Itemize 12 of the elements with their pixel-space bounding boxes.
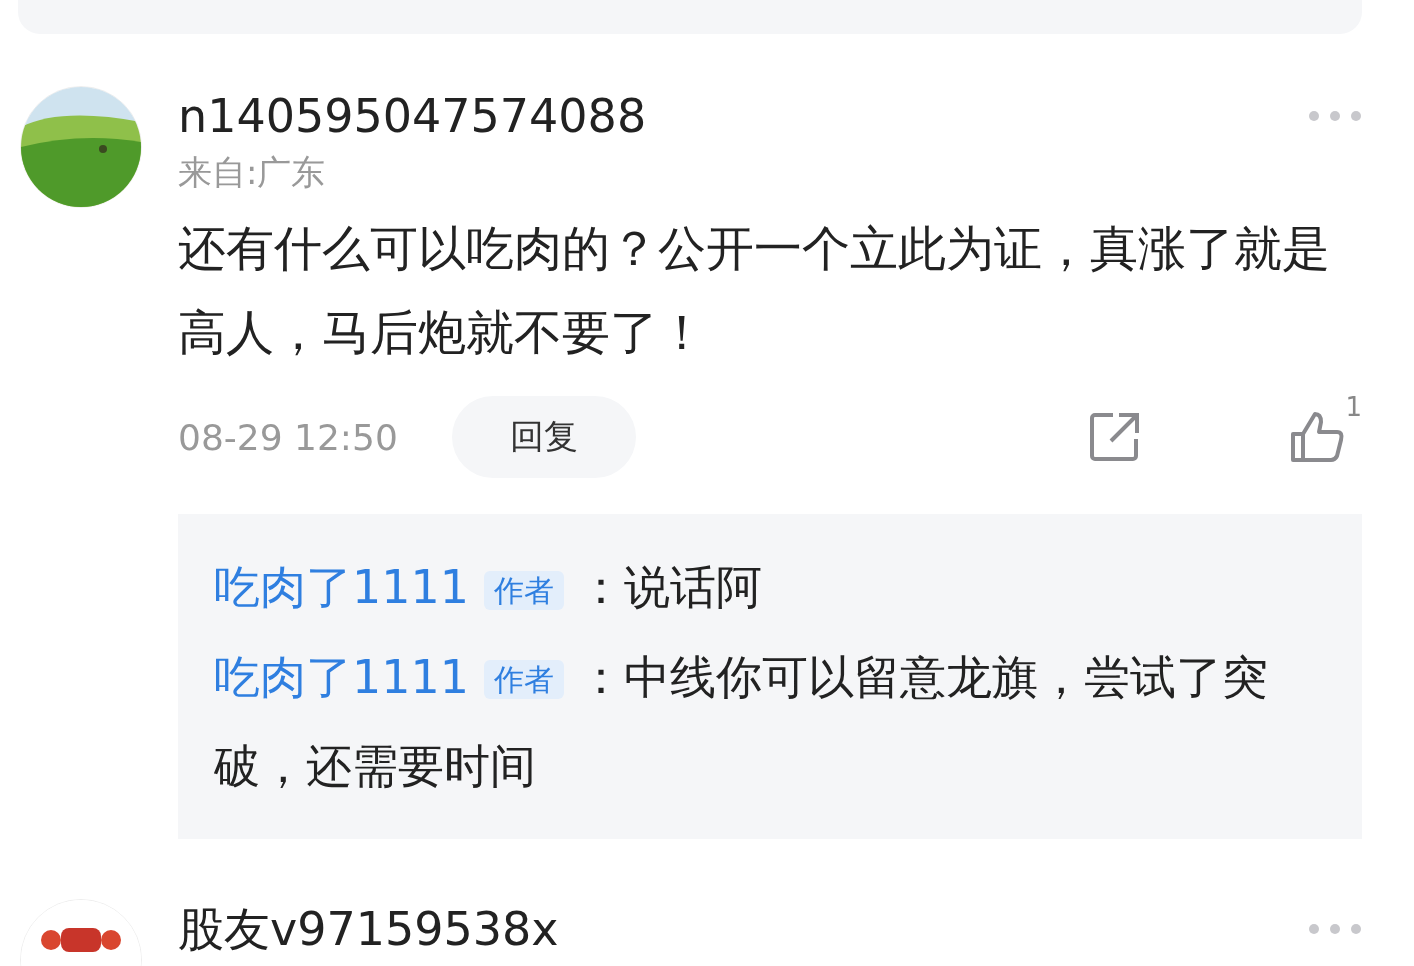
share-icon[interactable] xyxy=(1089,411,1142,463)
reply-text: 吃肉了1111 作者 ：说话阿 xyxy=(214,559,764,616)
reply-text: 吃肉了1111 作者 ：中线你可以留意龙旗，尝试了突破，还需要时间 xyxy=(214,648,1270,795)
like-count: 1 xyxy=(1345,392,1362,422)
comment-text: 还有什么可以吃肉的？公开一个立此为证，真涨了就是高人，马后炮就不要了！ xyxy=(178,219,1331,362)
avatar-image[interactable] xyxy=(20,86,142,208)
username[interactable]: n140595047574088 xyxy=(178,86,647,146)
username[interactable]: 股友v97159538x xyxy=(178,899,559,959)
reply-button[interactable]: 回复 xyxy=(451,396,636,478)
comment-time: 08-29 12:50 xyxy=(178,416,398,458)
thumbs-up-icon[interactable] xyxy=(1289,410,1346,464)
location-label: 来自:广东 xyxy=(178,151,327,194)
